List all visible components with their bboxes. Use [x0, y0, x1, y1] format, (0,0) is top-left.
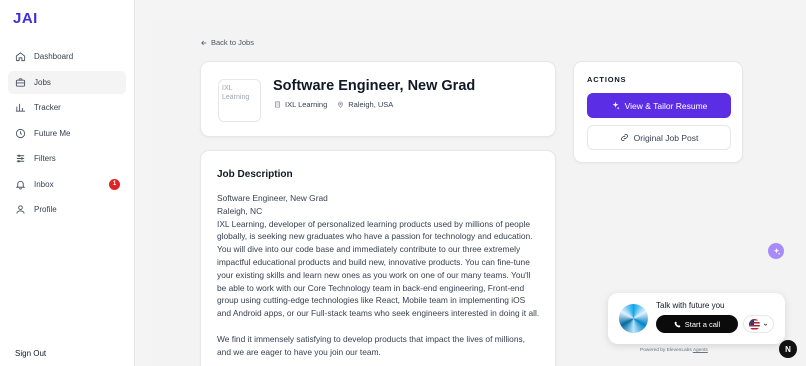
- company-logo-alt: IXL Learning: [222, 85, 250, 102]
- sidebar-item-profile[interactable]: Profile: [8, 198, 126, 221]
- briefcase-icon: [15, 77, 26, 87]
- description-heading: Job Description: [217, 169, 293, 180]
- voice-orb: [619, 304, 648, 333]
- sparkles-icon: [773, 247, 780, 254]
- job-title: Software Engineer, New Grad: [273, 78, 476, 94]
- actions-title: ACTIONS: [587, 75, 627, 84]
- location-pin-icon: [338, 101, 344, 108]
- sidebar: JAI Dashboard Jobs Tracker Future Me Fil…: [0, 0, 135, 366]
- arrow-left-icon: [201, 40, 207, 45]
- clock-icon: [15, 128, 26, 138]
- sign-out-button[interactable]: Sign Out: [15, 349, 46, 358]
- language-select[interactable]: [743, 315, 774, 333]
- ai-assistant-button[interactable]: [768, 243, 784, 259]
- inbox-badge: 1: [109, 178, 120, 190]
- description-body: Software Engineer, New Grad Raleigh, NC …: [217, 192, 541, 366]
- company-name: IXL Learning: [285, 100, 328, 109]
- secondary-label: Original Job Post: [633, 132, 699, 143]
- app-logo[interactable]: JAI: [13, 10, 38, 27]
- dashboard-icon: [15, 52, 26, 62]
- us-flag-icon: [749, 318, 760, 330]
- start-call-button[interactable]: Start a call: [656, 315, 738, 333]
- chevron-down-icon: [763, 323, 768, 326]
- sidebar-item-label: Inbox: [34, 179, 54, 189]
- job-description-card: Job Description Software Engineer, New G…: [200, 150, 556, 366]
- actions-card: ACTIONS View & Tailor Resume Original Jo…: [573, 61, 743, 163]
- sidebar-item-label: Profile: [34, 205, 57, 214]
- sidebar-item-label: Filters: [34, 154, 56, 163]
- sidebar-item-inbox[interactable]: Inbox 1: [8, 173, 126, 196]
- sidebar-item-label: Tracker: [34, 103, 61, 112]
- phone-icon: [674, 321, 681, 327]
- building-icon: [275, 101, 280, 108]
- job-header-card: IXL Learning Software Engineer, New Grad…: [200, 61, 556, 137]
- sidebar-item-label: Future Me: [34, 128, 71, 138]
- powered-by: Powered by ElevenLabs Agents: [640, 348, 708, 353]
- voice-prompt: Talk with future you: [656, 301, 725, 310]
- sidebar-item-label: Jobs: [34, 77, 51, 87]
- back-to-jobs-link[interactable]: Back to Jobs: [200, 38, 254, 47]
- n-floating-button[interactable]: N: [779, 340, 797, 358]
- call-label: Start a call: [684, 319, 721, 329]
- voice-agent-widget: Talk with future you Start a call: [608, 293, 785, 344]
- chart-icon: [15, 103, 26, 112]
- company-logo: IXL Learning: [218, 79, 261, 122]
- sidebar-item-future-me[interactable]: Future Me: [8, 122, 126, 145]
- sidebar-nav: Dashboard Jobs Tracker Future Me Filters…: [8, 45, 126, 224]
- sliders-icon: [16, 154, 25, 163]
- sidebar-item-dashboard[interactable]: Dashboard: [8, 45, 126, 68]
- sidebar-item-label: Dashboard: [34, 52, 74, 61]
- description-paragraph: Software Engineer, New Grad Raleigh, NC …: [217, 193, 540, 319]
- job-meta: IXL Learning Raleigh, USA: [274, 100, 393, 109]
- sidebar-item-filters[interactable]: Filters: [8, 147, 126, 170]
- primary-label: View & Tailor Resume: [624, 100, 708, 111]
- link-icon: [620, 134, 628, 141]
- view-tailor-resume-button[interactable]: View & Tailor Resume: [587, 93, 731, 118]
- description-paragraph: We find it immensely satisfying to devel…: [217, 333, 525, 357]
- back-label: Back to Jobs: [211, 38, 254, 47]
- sidebar-item-tracker[interactable]: Tracker: [8, 96, 126, 119]
- sidebar-item-jobs[interactable]: Jobs: [8, 70, 126, 94]
- sparkles-icon: [612, 101, 620, 110]
- job-location: Raleigh, USA: [348, 100, 394, 109]
- powered-by-link[interactable]: Agents: [693, 348, 708, 353]
- bell-icon: [15, 180, 26, 190]
- powered-by-text: Powered by ElevenLabs: [640, 348, 692, 353]
- original-job-post-button[interactable]: Original Job Post: [587, 125, 731, 150]
- user-icon: [16, 205, 25, 214]
